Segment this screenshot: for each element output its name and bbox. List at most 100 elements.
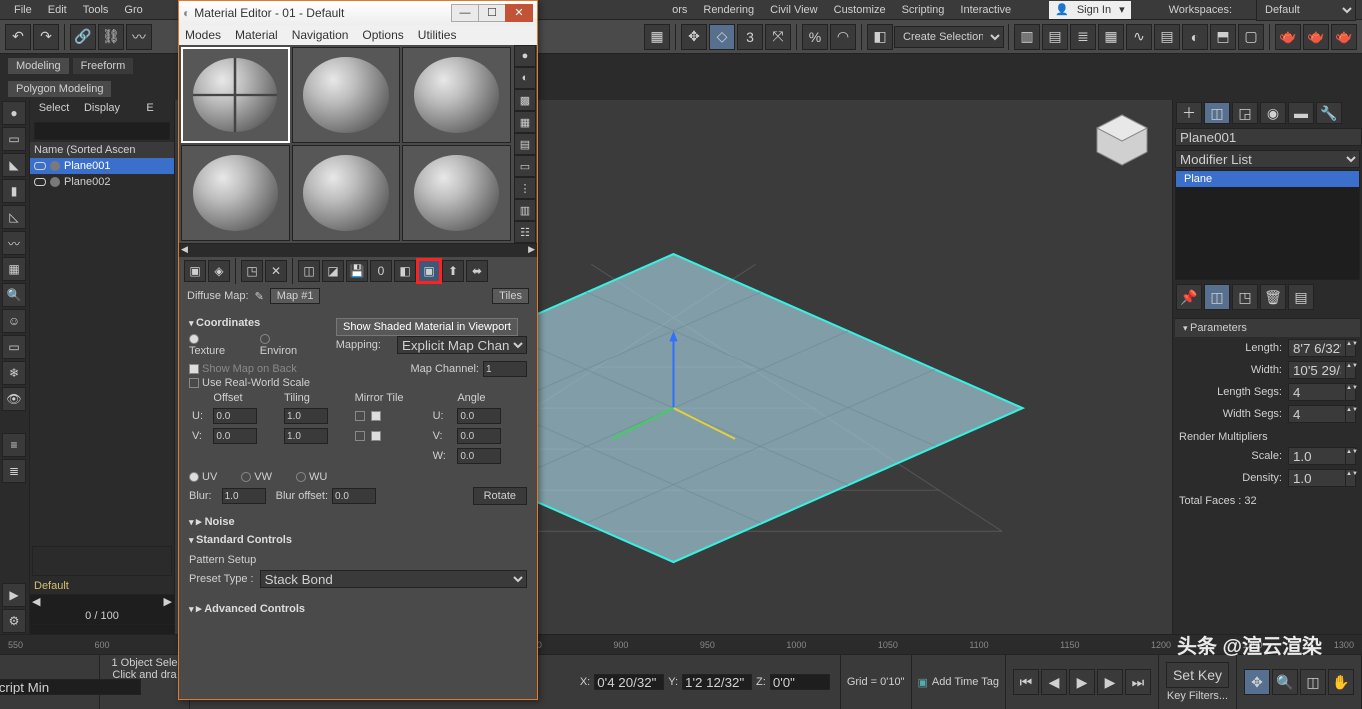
wave-icon[interactable]: 〰	[2, 231, 26, 255]
show-end-result-button[interactable]: ◧	[394, 260, 416, 282]
ribbon-polymod[interactable]: Polygon Modeling	[8, 81, 111, 97]
key-filters-button[interactable]: Key Filters...	[1167, 690, 1228, 702]
modifier-stack[interactable]: Plane	[1175, 170, 1360, 280]
menu-civilview[interactable]: Civil View	[762, 4, 825, 16]
layers-button[interactable]: ≣	[1070, 24, 1096, 50]
menu-interactive[interactable]: Interactive	[952, 4, 1019, 16]
rect-icon[interactable]: ▭	[2, 127, 26, 151]
link-button[interactable]: 🔗	[70, 24, 96, 50]
backlight-button[interactable]: ◐	[514, 67, 536, 89]
map-name-field[interactable]: Map #1	[270, 288, 321, 304]
show-shaded-in-viewport-button[interactable]: ▣	[418, 260, 440, 282]
rendered-frame-button[interactable]: ▢	[1238, 24, 1264, 50]
window-titlebar[interactable]: ◐ Material Editor - 01 - Default — ☐ ✕	[179, 1, 537, 25]
selection-set-dropdown[interactable]: Create Selection Se	[894, 26, 1004, 48]
u-tile-checkbox[interactable]	[371, 411, 381, 421]
material-slot[interactable]	[292, 145, 401, 241]
menu-customize[interactable]: Customize	[826, 4, 894, 16]
scene-tab-edit[interactable]: E	[126, 100, 174, 120]
play-button[interactable]: ▶	[1069, 669, 1095, 695]
list-icon[interactable]: ≡	[2, 433, 26, 457]
showmap-checkbox[interactable]	[189, 364, 199, 374]
v-angle-input[interactable]	[457, 428, 501, 444]
background-button[interactable]: ▩	[514, 89, 536, 111]
human-icon[interactable]: ☺	[2, 309, 26, 333]
lsegs-input[interactable]	[1288, 383, 1346, 401]
u-angle-input[interactable]	[457, 408, 501, 424]
schematic-button[interactable]: ▦	[1098, 24, 1124, 50]
sel-filter-button[interactable]: ▦	[644, 24, 670, 50]
mapchan-input[interactable]	[483, 361, 527, 377]
go-forward-sibling-button[interactable]: ⬌	[466, 260, 488, 282]
go-to-parent-button[interactable]: ⬆	[442, 260, 464, 282]
rollout-parameters[interactable]: Parameters	[1175, 318, 1360, 337]
nav-fov-button[interactable]: ◫	[1300, 669, 1326, 695]
unlink-button[interactable]: ⛓	[98, 24, 124, 50]
visibility-icon[interactable]	[34, 162, 46, 170]
material-slot[interactable]	[292, 47, 401, 143]
cylinder-icon[interactable]: ▮	[2, 179, 26, 203]
bind-space-warp-button[interactable]: 〰	[126, 24, 152, 50]
put-to-library-button[interactable]: 💾	[346, 260, 368, 282]
make-unique-button[interactable]: ◪	[322, 260, 344, 282]
noise-rollout[interactable]: ▸ Noise	[189, 515, 527, 528]
environ-radio[interactable]	[260, 334, 270, 344]
u-offset-input[interactable]	[213, 408, 257, 424]
configure-sets-button[interactable]: ▤	[1288, 284, 1314, 310]
ribbon-freeform-tab[interactable]: Freeform	[73, 58, 134, 74]
mat-menu-utilities[interactable]: Utilities	[418, 28, 457, 42]
material-map-navigator-button[interactable]: ☷	[514, 221, 536, 243]
teapot1-button[interactable]: 🫖	[1275, 24, 1301, 50]
map-type-field[interactable]: Tiles	[492, 288, 529, 304]
spinner-icon[interactable]: ▲▼	[1346, 447, 1356, 465]
hierarchy-tab[interactable]: ◲	[1232, 102, 1258, 124]
scene-search-input[interactable]	[34, 122, 170, 140]
modify-tab[interactable]: ◫	[1204, 102, 1230, 124]
get-material-button[interactable]: ▣	[184, 260, 206, 282]
menu-file[interactable]: File	[6, 4, 40, 16]
v-tile-checkbox[interactable]	[371, 431, 381, 441]
object-name-input[interactable]	[1175, 128, 1362, 146]
spinner-icon[interactable]: ▲▼	[1346, 405, 1356, 423]
advctrl-rollout[interactable]: ▸ Advanced Controls	[189, 602, 527, 615]
mat-menu-modes[interactable]: Modes	[185, 28, 221, 42]
material-slot[interactable]	[181, 145, 290, 241]
named-sel-button[interactable]: ◧	[867, 24, 893, 50]
put-to-scene-button[interactable]: ◈	[208, 260, 230, 282]
tri-icon[interactable]: ◺	[2, 205, 26, 229]
goto-end-button[interactable]: ⏭	[1125, 669, 1151, 695]
material-slot[interactable]	[402, 47, 511, 143]
vw-radio[interactable]	[241, 472, 251, 482]
show-end-result-button[interactable]: ◫	[1204, 284, 1230, 310]
curve-editor-button[interactable]: ∿	[1126, 24, 1152, 50]
make-copy-button[interactable]: ◫	[298, 260, 320, 282]
eyedropper-icon[interactable]: ✎	[255, 290, 264, 303]
spinner-icon[interactable]: ▲▼	[1346, 339, 1356, 357]
texture-radio[interactable]	[189, 334, 199, 344]
menu-edit[interactable]: Edit	[40, 4, 75, 16]
stdctrl-rollout[interactable]: Standard Controls	[189, 534, 527, 546]
menu-tools[interactable]: Tools	[75, 4, 117, 16]
make-unique-button[interactable]: ◳	[1232, 284, 1258, 310]
y-input[interactable]	[682, 674, 752, 690]
angle-snap-button[interactable]: ◠	[830, 24, 856, 50]
u-tiling-input[interactable]	[284, 408, 328, 424]
scale-button[interactable]: 3	[737, 24, 763, 50]
scale-input[interactable]	[1288, 447, 1346, 465]
scene-hscroll[interactable]: ◀▶	[30, 594, 174, 608]
scene-item-plane001[interactable]: Plane001	[30, 158, 174, 174]
w-angle-input[interactable]	[457, 448, 501, 464]
dope-sheet-button[interactable]: ▤	[1154, 24, 1180, 50]
uv-radio[interactable]	[189, 472, 199, 482]
redo-button[interactable]: ↷	[33, 24, 59, 50]
move-button[interactable]: ✥	[681, 24, 707, 50]
motion-tab[interactable]: ◉	[1260, 102, 1286, 124]
goto-start-button[interactable]: ⏮	[1013, 669, 1039, 695]
magnify-icon[interactable]: 🔍	[2, 283, 26, 307]
density-input[interactable]	[1288, 469, 1346, 487]
u-mirror-checkbox[interactable]	[355, 411, 365, 421]
spinner-icon[interactable]: ▲▼	[1346, 469, 1356, 487]
render-setup-button[interactable]: ⬒	[1210, 24, 1236, 50]
grid-icon[interactable]: ▦	[2, 257, 26, 281]
gear-icon[interactable]: ⚙	[2, 609, 26, 633]
